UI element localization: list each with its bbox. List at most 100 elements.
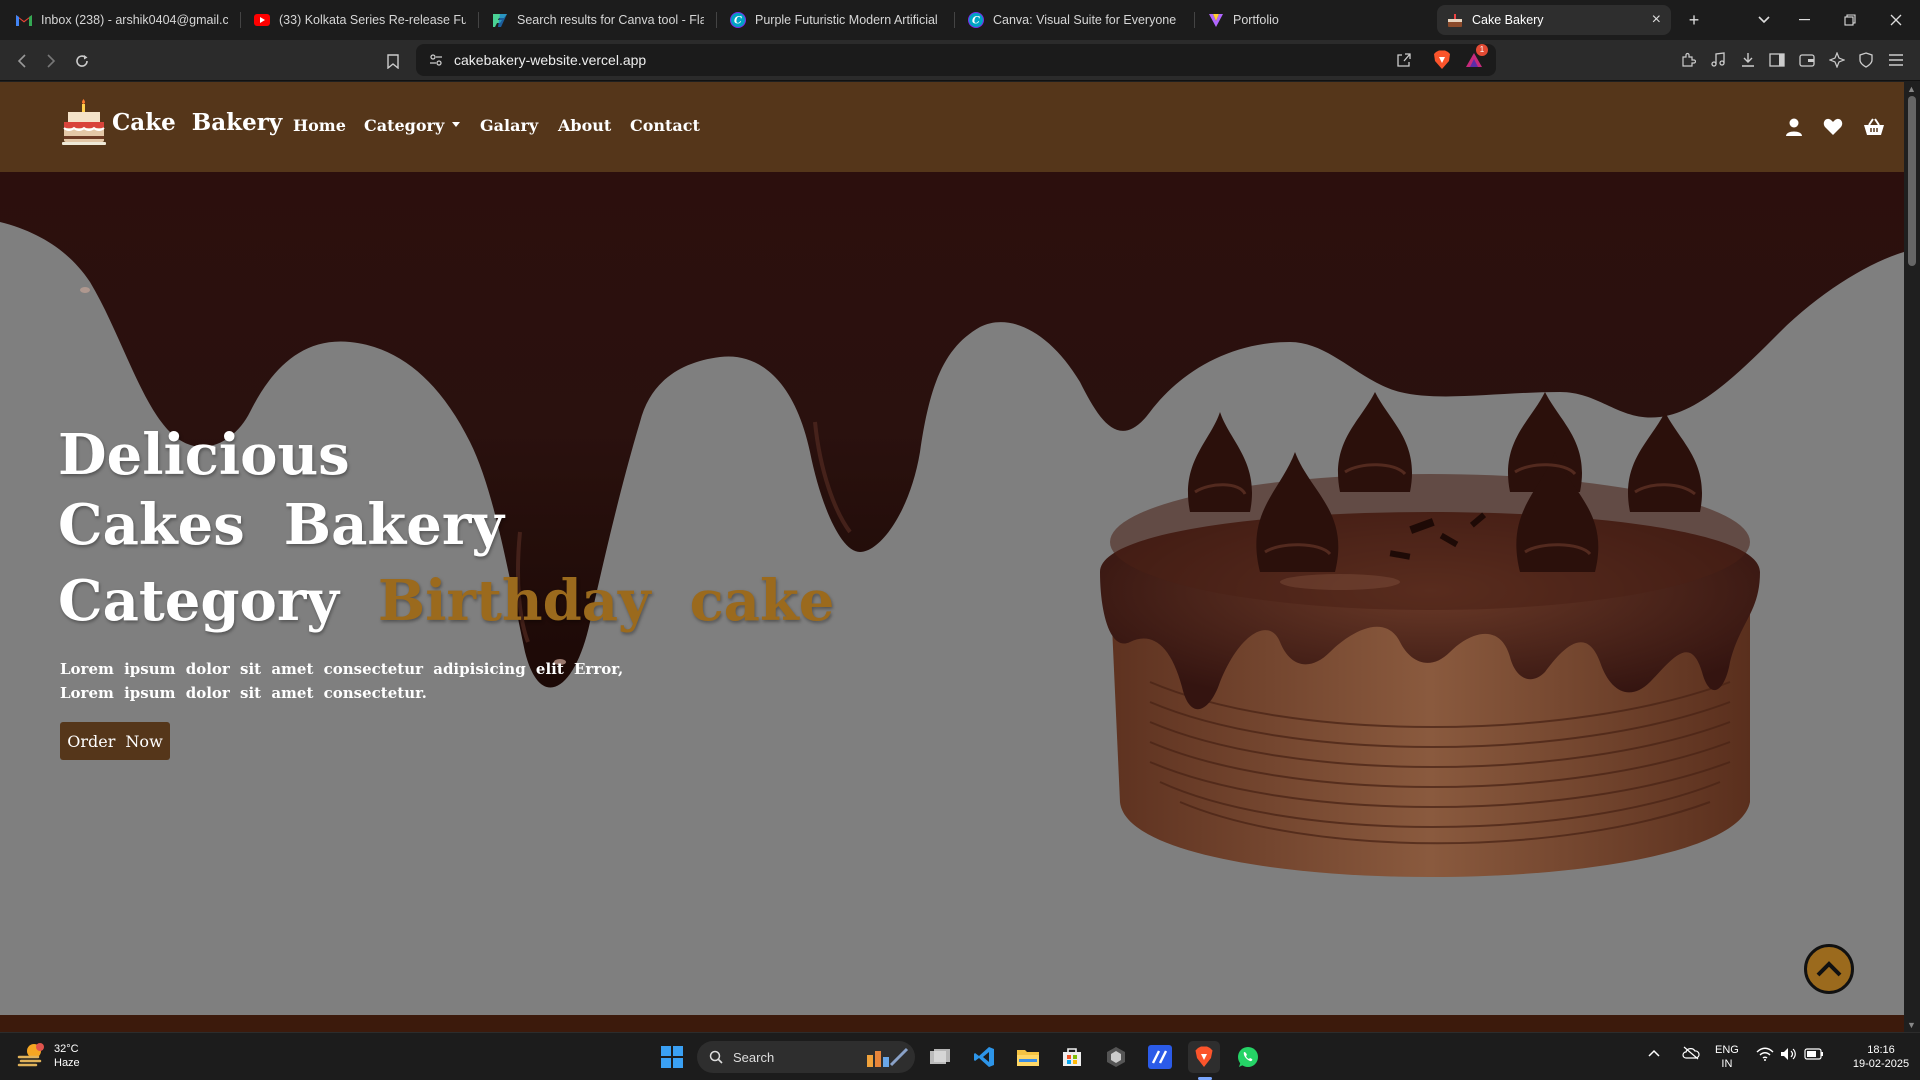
clock[interactable]: 18:16 19-02-2025 — [1848, 1043, 1914, 1071]
hero-title-line-2: Cakes Bakery — [58, 492, 504, 558]
menu-icon[interactable] — [1884, 48, 1908, 72]
whatsapp-icon[interactable] — [1232, 1041, 1264, 1073]
tab-gmail[interactable]: Inbox (238) - arshik0404@gmail.com — [6, 5, 238, 35]
canva-icon: C — [968, 12, 984, 28]
nav-galary[interactable]: Galary — [480, 116, 538, 135]
hero-category-label: Category — [58, 568, 339, 634]
weather-condition-text: Haze — [54, 1057, 80, 1069]
vpn-shield-icon[interactable] — [1854, 48, 1878, 72]
scrollbar-thumb[interactable] — [1908, 96, 1916, 266]
scroll-up-arrow-icon[interactable]: ▲ — [1907, 84, 1916, 94]
basket-icon[interactable] — [1863, 116, 1885, 138]
brave-shields-icon[interactable] — [1433, 50, 1451, 75]
start-windows-icon[interactable] — [656, 1041, 688, 1073]
windows-taskbar: 32°C Haze Search ENG IN 18:16 19-02-2025 — [0, 1032, 1920, 1080]
cloud-offline-icon[interactable] — [1682, 1046, 1700, 1064]
temperature-text: 32°C — [54, 1043, 79, 1055]
scroll-to-top-button[interactable] — [1804, 944, 1854, 994]
search-highlight-icon — [867, 1047, 909, 1067]
site-navbar: Cake Bakery Home Category Galary About C… — [0, 82, 1904, 172]
time-text: 18:16 — [1867, 1044, 1895, 1056]
tab-label: Portfolio — [1233, 13, 1279, 27]
tab-flaticon[interactable]: Search results for Canva tool - Flatic — [482, 5, 714, 35]
scroll-down-arrow-icon[interactable]: ▼ — [1907, 1020, 1916, 1030]
tab-divider — [1194, 12, 1195, 28]
hero-title-line-1: Delicious — [58, 422, 350, 488]
tab-label: (33) Kolkata Series Re-release Full M — [279, 13, 466, 27]
portfolio-icon — [1208, 12, 1224, 28]
language-text: ENG — [1715, 1044, 1739, 1056]
taskbar-search[interactable]: Search — [697, 1041, 915, 1073]
wallet-icon[interactable] — [1795, 48, 1819, 72]
leo-ai-icon[interactable] — [1825, 48, 1849, 72]
hero-title-line-3: Category Birthday cake — [58, 568, 834, 634]
tab-youtube[interactable]: (33) Kolkata Series Re-release Full M — [244, 5, 476, 35]
svg-text:C: C — [734, 16, 742, 27]
restore-icon[interactable] — [1838, 8, 1862, 32]
next-section-edge — [0, 1015, 1904, 1032]
user-icon[interactable] — [1783, 116, 1805, 138]
hero-category-value: Birthday cake — [377, 568, 835, 634]
microsoft-store-icon[interactable] — [1056, 1041, 1088, 1073]
reload-icon[interactable] — [69, 48, 95, 74]
forward-icon[interactable] — [38, 48, 64, 74]
order-now-button[interactable]: Order Now — [60, 722, 170, 760]
tab-canva-purple[interactable]: C Purple Futuristic Modern Artificial In — [720, 5, 952, 35]
website-viewport: Cake Bakery Home Category Galary About C… — [0, 82, 1904, 1032]
extensions-icon[interactable] — [1676, 48, 1700, 72]
browser-tab-strip: Inbox (238) - arshik0404@gmail.com (33) … — [0, 0, 1920, 40]
tab-canva[interactable]: C Canva: Visual Suite for Everyone — [958, 5, 1190, 35]
bookmark-icon[interactable] — [380, 48, 406, 74]
vscode-icon[interactable] — [968, 1041, 1000, 1073]
volume-icon[interactable] — [1780, 1047, 1798, 1065]
chevron-up-icon — [1816, 961, 1842, 977]
youtube-icon — [254, 12, 270, 28]
chocolate-cake-image — [1100, 392, 1760, 877]
close-tab-icon[interactable]: × — [1652, 11, 1661, 29]
download-icon[interactable] — [1736, 48, 1760, 72]
chevron-down-icon — [452, 122, 461, 127]
region-text: IN — [1721, 1058, 1733, 1070]
search-icon — [709, 1050, 723, 1064]
code-editor-icon[interactable] — [1144, 1041, 1176, 1073]
site-settings-icon[interactable] — [428, 52, 444, 73]
svg-text:C: C — [972, 16, 980, 27]
sidebar-toggle-icon[interactable] — [1765, 48, 1789, 72]
language-indicator[interactable]: ENG IN — [1715, 1043, 1739, 1071]
file-explorer-icon[interactable] — [1012, 1041, 1044, 1073]
page-scrollbar[interactable]: ▲ ▼ — [1904, 82, 1920, 1032]
url-text: cakebakery-website.vercel.app — [454, 52, 647, 68]
tab-divider — [716, 12, 717, 28]
tab-portfolio[interactable]: Portfolio — [1198, 5, 1430, 35]
tab-cake-bakery[interactable]: Cake Bakery × — [1437, 5, 1671, 35]
wifi-icon[interactable] — [1756, 1047, 1774, 1065]
back-icon[interactable] — [9, 48, 35, 74]
weather-widget[interactable]: 32°C Haze — [16, 1041, 80, 1071]
hero-description-line-1: Lorem ipsum dolor sit amet consectetur a… — [60, 660, 624, 678]
close-window-icon[interactable] — [1884, 8, 1908, 32]
nav-category[interactable]: Category — [364, 116, 461, 135]
task-view-icon[interactable] — [924, 1041, 956, 1073]
minimize-icon[interactable] — [1793, 8, 1817, 32]
share-icon[interactable] — [1396, 52, 1412, 73]
haze-weather-icon — [17, 1043, 44, 1067]
new-tab-icon[interactable]: + — [1682, 8, 1706, 32]
nav-category-label: Category — [364, 116, 445, 135]
nav-contact[interactable]: Contact — [630, 116, 700, 135]
unity-hub-icon[interactable] — [1100, 1041, 1132, 1073]
address-bar[interactable]: cakebakery-website.vercel.app 1 — [416, 44, 1496, 76]
nav-home[interactable]: Home — [293, 116, 346, 135]
site-logo[interactable]: Cake Bakery — [58, 96, 282, 148]
heart-icon[interactable] — [1822, 116, 1844, 138]
flaticon-icon — [492, 12, 508, 28]
tab-divider — [240, 12, 241, 28]
brand-name: Cake Bakery — [112, 108, 283, 136]
tab-list-chevron-icon[interactable] — [1752, 8, 1776, 32]
show-hidden-icons-chevron-icon[interactable] — [1648, 1047, 1660, 1061]
brave-browser-icon[interactable] — [1188, 1041, 1220, 1073]
tab-label: Purple Futuristic Modern Artificial In — [755, 13, 942, 27]
media-icon[interactable] — [1706, 48, 1730, 72]
nav-about[interactable]: About — [558, 116, 611, 135]
battery-icon[interactable] — [1804, 1048, 1824, 1064]
hero-description-line-2: Lorem ipsum dolor sit amet consectetur. — [60, 684, 427, 702]
